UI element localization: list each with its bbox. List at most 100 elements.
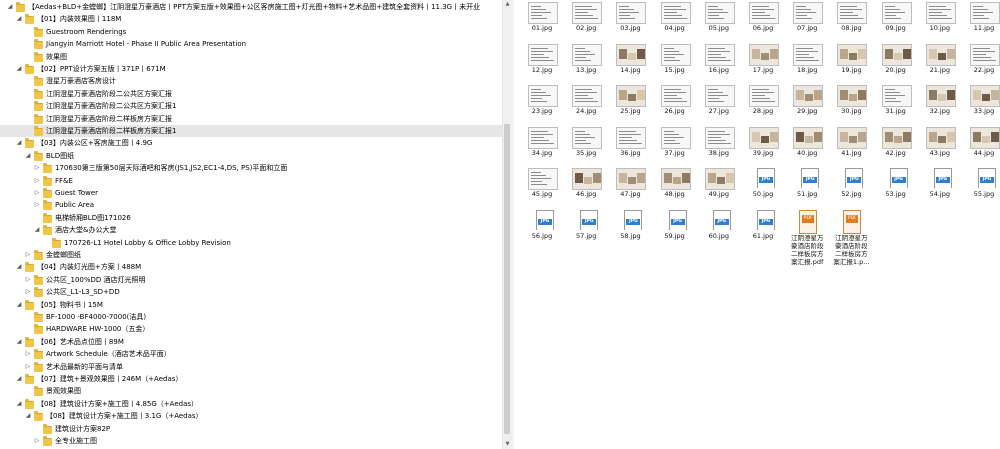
tree-item[interactable]: ▷ Artwork Schedule（酒店艺术品平面）: [0, 348, 502, 360]
tree-item[interactable]: ◢ 【02】PPT设计方案五版丨371P丨671M: [0, 63, 502, 75]
file-item[interactable]: 45.jpg: [520, 168, 564, 214]
file-item[interactable]: 48.jpg: [653, 168, 697, 214]
file-item[interactable]: 39.jpg: [741, 126, 785, 173]
file-item[interactable]: 34.jpg: [520, 126, 564, 173]
file-item[interactable]: JPG 56.jpg: [520, 209, 564, 256]
scroll-up-arrow-icon[interactable]: ▲: [503, 0, 512, 9]
tree-item[interactable]: Jiangyin Marriott Hotel - Phase II Publi…: [0, 38, 502, 50]
file-item[interactable]: 29.jpg: [785, 85, 829, 131]
file-item[interactable]: 17.jpg: [741, 43, 785, 90]
tree-item[interactable]: ▷ Guest Tower: [0, 187, 502, 199]
file-item[interactable]: 09.jpg: [874, 2, 918, 48]
file-item[interactable]: 27.jpg: [697, 85, 741, 131]
file-item[interactable]: 26.jpg: [653, 85, 697, 131]
file-item[interactable]: PDF 江阴澄星万 豪酒店阶段 二样板房方 案汇报1.p...: [829, 209, 875, 270]
tree-item[interactable]: ▷ 公共区_100%DD 酒店灯光照明: [0, 274, 502, 286]
file-item[interactable]: 01.jpg: [520, 2, 564, 48]
collapse-arrow-icon[interactable]: ◢: [15, 13, 23, 25]
file-item[interactable]: JPG 61.jpg: [741, 209, 785, 256]
tree-item[interactable]: ◢ 【08】建筑设计方案+施工图丨3.1G（+Aedas）: [0, 410, 502, 422]
file-item[interactable]: 24.jpg: [564, 85, 608, 131]
expand-arrow-icon[interactable]: ▷: [24, 249, 32, 261]
collapse-arrow-icon[interactable]: ◢: [33, 224, 41, 236]
file-item[interactable]: 18.jpg: [785, 43, 829, 90]
tree-item[interactable]: ◢ 【07】建筑+景观效果图丨246M（+Aedas）: [0, 373, 502, 385]
collapse-arrow-icon[interactable]: ◢: [6, 1, 14, 13]
collapse-arrow-icon[interactable]: ◢: [15, 336, 23, 348]
file-item[interactable]: JPG 53.jpg: [874, 168, 918, 214]
expand-arrow-icon[interactable]: ▷: [24, 286, 32, 298]
tree-item[interactable]: Guestroom Renderings: [0, 26, 502, 38]
file-item[interactable]: PDF 江阴澄星万 豪酒店阶段 二样板房方 案汇报.pdf: [785, 209, 831, 270]
tree-item[interactable]: HARDWARE HW-1000（五金）: [0, 323, 502, 335]
file-item[interactable]: 03.jpg: [608, 2, 652, 48]
file-item[interactable]: 37.jpg: [653, 126, 697, 173]
expand-arrow-icon[interactable]: ▷: [24, 348, 32, 360]
tree-item[interactable]: ◢ 【03】内装公区+客房施工图丨4.9G: [0, 137, 502, 149]
tree-item[interactable]: 澄星万豪酒店客房设计: [0, 75, 502, 87]
file-item[interactable]: 47.jpg: [608, 168, 652, 214]
file-item[interactable]: JPG 52.jpg: [829, 168, 873, 214]
tree-vertical-scrollbar[interactable]: ▲ ▼: [502, 0, 512, 449]
file-item[interactable]: 08.jpg: [829, 2, 873, 48]
file-item[interactable]: 38.jpg: [697, 126, 741, 173]
tree-item[interactable]: 江阴澄星万豪酒店阶段二样板房方案汇报: [0, 113, 502, 125]
file-item[interactable]: 36.jpg: [608, 126, 652, 173]
collapse-arrow-icon[interactable]: ◢: [15, 373, 23, 385]
file-item[interactable]: 25.jpg: [608, 85, 652, 131]
file-item[interactable]: 11.jpg: [962, 2, 1000, 48]
expand-arrow-icon[interactable]: ▷: [33, 199, 41, 211]
tree-item[interactable]: ▷ FF&E: [0, 175, 502, 187]
collapse-arrow-icon[interactable]: ◢: [15, 137, 23, 149]
file-item[interactable]: JPG 51.jpg: [785, 168, 829, 214]
file-item[interactable]: 49.jpg: [697, 168, 741, 214]
file-item[interactable]: 32.jpg: [918, 85, 962, 131]
collapse-arrow-icon[interactable]: ◢: [24, 410, 32, 422]
expand-arrow-icon[interactable]: ▷: [33, 187, 41, 199]
expand-arrow-icon[interactable]: ▷: [33, 162, 41, 174]
expand-arrow-icon[interactable]: ▷: [24, 274, 32, 286]
tree-item[interactable]: ◢ 【06】艺术品点位图丨89M: [0, 336, 502, 348]
file-item[interactable]: JPG 55.jpg: [962, 168, 1000, 214]
tree-item[interactable]: 江阴澄星万豪酒店阶段二样板房方案汇报1: [0, 125, 502, 137]
file-item[interactable]: 46.jpg: [564, 168, 608, 214]
file-item[interactable]: 43.jpg: [918, 126, 962, 173]
tree-item[interactable]: 电梯轿厢BLD图171026: [0, 212, 502, 224]
file-item[interactable]: 28.jpg: [741, 85, 785, 131]
file-item[interactable]: 12.jpg: [520, 43, 564, 90]
collapse-arrow-icon[interactable]: ◢: [15, 261, 23, 273]
collapse-arrow-icon[interactable]: ◢: [15, 398, 23, 410]
collapse-arrow-icon[interactable]: ◢: [24, 150, 32, 162]
file-item[interactable]: 15.jpg: [653, 43, 697, 90]
tree-item[interactable]: ◢ 【08】建筑设计方案+施工图丨4.85G（+Aedas）: [0, 398, 502, 410]
file-item[interactable]: 41.jpg: [829, 126, 873, 173]
file-item[interactable]: 21.jpg: [918, 43, 962, 90]
tree-item[interactable]: ◢ 【05】物料书丨15M: [0, 299, 502, 311]
file-item[interactable]: 44.jpg: [962, 126, 1000, 173]
file-item[interactable]: 07.jpg: [785, 2, 829, 48]
file-item[interactable]: 02.jpg: [564, 2, 608, 48]
file-item[interactable]: 13.jpg: [564, 43, 608, 90]
file-item[interactable]: 42.jpg: [874, 126, 918, 173]
file-item[interactable]: 31.jpg: [874, 85, 918, 131]
file-item[interactable]: 22.jpg: [962, 43, 1000, 90]
collapse-arrow-icon[interactable]: ◢: [15, 299, 23, 311]
expand-arrow-icon[interactable]: ▷: [33, 175, 41, 187]
file-item[interactable]: JPG 60.jpg: [697, 209, 741, 256]
tree-item[interactable]: ◢ 【Aedas+BLD+金螳螂】江阴澄星万豪酒店丨PPT方案五版+效果图+公区客…: [0, 1, 502, 13]
tree-item[interactable]: 170726-L1 Hotel Lobby & Office Lobby Rev…: [0, 237, 502, 249]
file-item[interactable]: 33.jpg: [962, 85, 1000, 131]
tree-item[interactable]: 江阴澄星万豪酒店阶段二公共区方案汇报1: [0, 100, 502, 112]
tree-item[interactable]: 景观效果图: [0, 385, 502, 397]
expand-arrow-icon[interactable]: ▷: [33, 435, 41, 447]
file-item[interactable]: 14.jpg: [608, 43, 652, 90]
file-item[interactable]: 16.jpg: [697, 43, 741, 90]
tree-item[interactable]: ▷ Public Area: [0, 199, 502, 211]
tree-item[interactable]: ◢ 【04】内装灯光图+方案丨488M: [0, 261, 502, 273]
tree-item[interactable]: 效果图: [0, 51, 502, 63]
tree-item[interactable]: ▷ 金螳螂图纸: [0, 249, 502, 261]
file-item[interactable]: JPG 58.jpg: [608, 209, 652, 256]
tree-item[interactable]: ◢ 【01】内装效果图丨118M: [0, 13, 502, 25]
file-item[interactable]: 40.jpg: [785, 126, 829, 173]
file-item[interactable]: 20.jpg: [874, 43, 918, 90]
